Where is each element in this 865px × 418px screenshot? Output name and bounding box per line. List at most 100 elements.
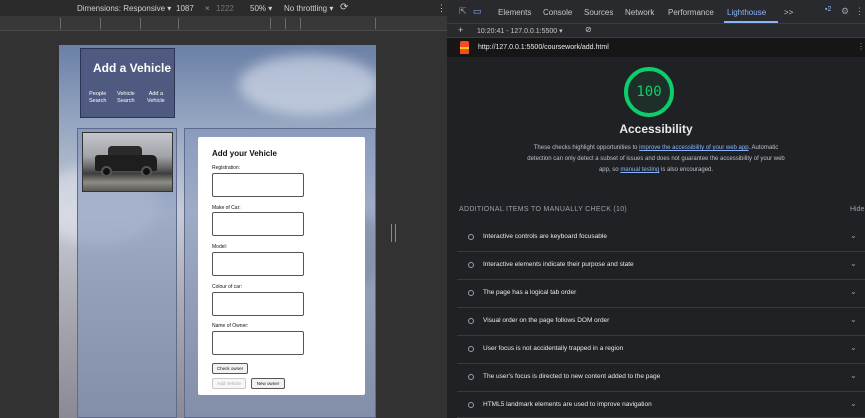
report-toolbar: + 10:20:41 - 127.0.0.1:5500 ▾ ⊘ — [447, 24, 865, 38]
make-input[interactable] — [212, 212, 304, 236]
dimensions-dropdown[interactable]: Dimensions: Responsive ▾ — [77, 4, 171, 13]
audit-item[interactable]: The user's focus is directed to new cont… — [457, 364, 865, 392]
audit-status-icon — [468, 234, 474, 240]
accessibility-link[interactable]: improve the accessibility of your web ap… — [639, 145, 748, 151]
model-label: Model: — [212, 244, 228, 250]
issues-badge[interactable]: ▪2 — [825, 6, 831, 13]
audit-item[interactable]: The page has a logical tab order ⌄ — [457, 280, 865, 308]
clear-reports-icon[interactable]: ⊘ — [585, 25, 592, 34]
check-owner-button[interactable]: Check owner — [212, 363, 248, 374]
audit-status-icon — [468, 374, 474, 380]
chevron-down-icon: ⌄ — [850, 231, 857, 240]
devtools-panel: ⇱ ▭ Elements Console Sources Network Per… — [447, 0, 865, 418]
report-selector[interactable]: 10:20:41 - 127.0.0.1:5500 ▾ — [477, 27, 563, 35]
nav-label: Search — [89, 98, 107, 104]
colour-input[interactable] — [212, 292, 304, 316]
form-title: Add your Vehicle — [212, 149, 277, 158]
new-owner-button[interactable]: New owner — [251, 378, 285, 389]
tab-sources[interactable]: Sources — [584, 8, 613, 17]
audit-item[interactable]: Visual order on the page follows DOM ord… — [457, 308, 865, 336]
chevron-down-icon: ⌄ — [850, 287, 857, 296]
owner-input[interactable] — [212, 331, 304, 355]
audit-label: Interactive elements indicate their purp… — [483, 261, 634, 268]
add-vehicle-form: Add your Vehicle Registration: Make of C… — [198, 137, 365, 395]
nav-add-vehicle[interactable]: Add a Vehicle — [147, 91, 165, 105]
category-title: Accessibility — [619, 122, 693, 136]
audit-label: The page has a logical tab order — [483, 289, 577, 296]
make-label: Make of Car: — [212, 205, 241, 211]
media-query-ruler[interactable] — [0, 16, 447, 31]
audit-status-icon — [468, 262, 474, 268]
desc-text: is also encouraged. — [659, 167, 714, 173]
rotate-icon[interactable]: ⟳ — [340, 2, 348, 13]
score-gauge: 100 — [624, 67, 674, 117]
viewport-resize-handle[interactable] — [391, 224, 396, 242]
nav-people-search[interactable]: People Search — [89, 91, 106, 105]
audit-item[interactable]: HTML5 landmark elements are used to impr… — [457, 392, 865, 418]
audit-label: Interactive controls are keyboard focusa… — [483, 233, 607, 240]
inspect-icon[interactable]: ⇱ — [459, 6, 467, 17]
manual-testing-link[interactable]: manual testing — [620, 167, 659, 173]
nav-label: Add a — [148, 91, 164, 97]
audit-status-icon — [468, 402, 474, 408]
tab-lighthouse[interactable]: Lighthouse — [727, 8, 766, 17]
more-options-icon[interactable]: ⋮ — [437, 3, 446, 14]
audit-status-icon — [468, 290, 474, 296]
audit-label: Visual order on the page follows DOM ord… — [483, 317, 610, 324]
model-input[interactable] — [212, 252, 304, 276]
nav-vehicle-search[interactable]: Vehicle Search — [117, 91, 135, 105]
registration-input[interactable] — [212, 173, 304, 197]
audit-item[interactable]: Interactive controls are keyboard focusa… — [457, 224, 865, 252]
chevron-down-icon: ⌄ — [850, 399, 857, 408]
throttling-dropdown[interactable]: No throttling ▾ — [284, 4, 333, 13]
kebab-menu-icon[interactable]: ⋮ — [855, 6, 864, 17]
nav-label: People — [89, 91, 107, 97]
site-header: Add a Vehicle People Search Vehicle Sear… — [80, 48, 175, 118]
tab-console[interactable]: Console — [543, 8, 572, 17]
nav-label: Search — [117, 98, 135, 104]
chevron-down-icon: ⌄ — [850, 259, 857, 268]
more-tabs-button[interactable]: >> — [784, 8, 793, 17]
height-input[interactable]: 1222 — [216, 4, 234, 13]
chevron-down-icon: ⌄ — [850, 371, 857, 380]
device-mode-icon[interactable]: ▭ — [473, 6, 482, 17]
score-value: 100 — [636, 84, 662, 100]
manual-checks-heading: ADDITIONAL ITEMS TO MANUALLY CHECK (10) — [459, 206, 628, 213]
chevron-down-icon: ⌄ — [850, 315, 857, 324]
category-description: These checks highlight opportunities to … — [527, 143, 785, 176]
audit-item[interactable]: Interactive elements indicate their purp… — [457, 252, 865, 280]
report-menu-icon[interactable]: ⋮ — [857, 42, 865, 51]
page-title: Add a Vehicle — [93, 61, 172, 75]
tab-network[interactable]: Network — [625, 8, 654, 17]
width-input[interactable]: 1087 — [176, 4, 194, 13]
add-vehicle-button[interactable]: Add Vehicle — [212, 378, 246, 389]
audit-status-icon — [468, 318, 474, 324]
screen: Dimensions: Responsive ▾ 1087 × 1222 50%… — [0, 0, 865, 418]
hide-toggle[interactable]: Hide — [850, 206, 864, 213]
tab-elements[interactable]: Elements — [498, 8, 531, 17]
desc-text: These checks highlight opportunities to — [533, 145, 640, 151]
audit-label: The user's focus is directed to new cont… — [483, 373, 661, 380]
times-sign: × — [205, 4, 210, 13]
lighthouse-logo-icon — [460, 41, 469, 54]
settings-icon[interactable]: ⚙ — [841, 6, 849, 17]
new-report-icon[interactable]: + — [458, 25, 463, 35]
zoom-dropdown[interactable]: 50% ▾ — [250, 4, 272, 13]
main-panel: Add your Vehicle Registration: Make of C… — [184, 128, 376, 418]
nav-label: Vehicle — [117, 91, 135, 97]
car-image — [82, 132, 173, 192]
report-url[interactable]: http://127.0.0.1:5500/coursework/add.htm… — [478, 44, 609, 51]
emulated-page: Add a Vehicle People Search Vehicle Sear… — [59, 45, 376, 418]
audit-item[interactable]: User focus is not accidentally trapped i… — [457, 336, 865, 364]
colour-label: Colour of car: — [212, 284, 243, 290]
audit-label: HTML5 landmark elements are used to impr… — [483, 401, 652, 408]
tab-performance[interactable]: Performance — [668, 8, 714, 17]
active-tab-indicator — [724, 21, 778, 23]
devtools-tabbar: ⇱ ▭ Elements Console Sources Network Per… — [447, 0, 865, 24]
report-url-bar: http://127.0.0.1:5500/coursework/add.htm… — [447, 38, 865, 57]
device-toolbar: Dimensions: Responsive ▾ 1087 × 1222 50%… — [0, 0, 447, 16]
audit-label: User focus is not accidentally trapped i… — [483, 345, 624, 352]
sidebar-panel — [77, 128, 177, 418]
owner-label: Name of Owner: — [212, 323, 249, 329]
audit-status-icon — [468, 346, 474, 352]
